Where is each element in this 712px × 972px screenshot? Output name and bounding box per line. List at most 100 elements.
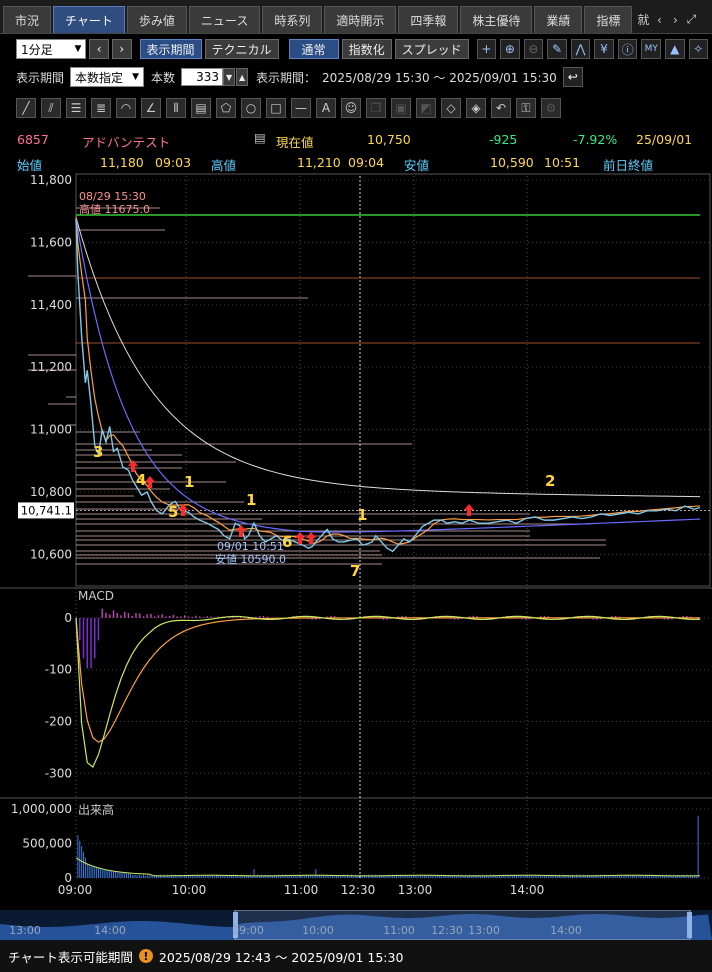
tab-8[interactable]: 業績	[534, 6, 583, 33]
overview-tick-label: 09:00	[232, 924, 264, 937]
tab-5[interactable]: 適時開示	[324, 6, 397, 33]
fibonacci-icon[interactable]: ≣	[91, 98, 111, 118]
mode-normal-button[interactable]: 通常	[288, 39, 339, 59]
circle-icon[interactable]: ○	[241, 98, 261, 118]
period-mode-select[interactable]: 本数指定 ▼	[70, 67, 145, 87]
wave-label: 6	[282, 533, 292, 551]
tab-1[interactable]: チャート	[53, 6, 125, 33]
trendline-icon[interactable]: ╱	[16, 98, 36, 118]
lock-icon[interactable]: ⚿	[516, 98, 536, 118]
fib-arc-icon[interactable]: ◠	[116, 98, 136, 118]
macd-tick-label: -300	[45, 766, 72, 780]
wave-icon[interactable]: ⋀	[570, 39, 591, 59]
rectangle-icon[interactable]: □	[266, 98, 286, 118]
chevron-right-icon[interactable]: ›	[667, 13, 683, 27]
overview-tick-label: 11:00	[383, 924, 415, 937]
macd-label: MACD	[78, 589, 114, 603]
eraser-icon[interactable]: ◇	[441, 98, 461, 118]
macd-tick-label: -200	[45, 714, 72, 728]
tab-0[interactable]: 市況	[3, 6, 52, 33]
copy-icon[interactable]: ❐	[366, 98, 386, 118]
overview-handle-right	[687, 912, 692, 938]
technical-button[interactable]: テクニカル	[204, 39, 279, 59]
select-icon[interactable]: ◩	[416, 98, 436, 118]
overview-navigator[interactable]: 13:00 14:00 09:00 10:00 11:00 12:30 13:00 14:00	[0, 910, 712, 940]
volume-tick-label: 1,000,000	[11, 802, 72, 816]
count-input[interactable]: 333	[181, 68, 224, 86]
time-tick-label: 14:00	[510, 883, 545, 897]
yen-icon[interactable]: ¥	[594, 39, 614, 59]
tab-4[interactable]: 時系列	[262, 6, 323, 33]
time-tick-label: 12:30	[341, 883, 376, 897]
crosshair-icon[interactable]: +	[476, 39, 497, 59]
drawing-tools: ╱ ⫽ ☰ ≣ ◠ ∠ ⦀ ▤ ⬠ ○ □ — A ☺ ❐ ▣ ◩ ◇ ◈ ↶ …	[0, 97, 712, 119]
range-label: 表示期間：	[256, 70, 317, 85]
mountain-chart-icon[interactable]: ▲	[664, 39, 685, 59]
price-chart[interactable]: 11,800 11,600 11,400 11,200 11,000 10,800 10,6…	[0, 172, 712, 910]
count-label: 本数	[151, 70, 176, 85]
return-icon[interactable]: ↩	[562, 67, 583, 87]
horizontal-lines-icon[interactable]: ☰	[66, 98, 86, 118]
high-time: 09:04	[348, 155, 385, 170]
stock-name: アドバンテスト	[82, 135, 171, 150]
tab-9[interactable]: 指標	[584, 6, 633, 33]
warning-icon: !	[138, 949, 153, 963]
mode-spread-button[interactable]: スプレッド	[394, 39, 469, 59]
tab-7[interactable]: 株主優待	[460, 6, 533, 33]
tab-2[interactable]: 歩み値	[126, 6, 187, 33]
volume-tick-label: 500,000	[22, 836, 72, 850]
fan-lines-icon[interactable]: ∠	[141, 98, 161, 118]
wave-label: 2	[545, 472, 555, 490]
undo-icon[interactable]: ↶	[491, 98, 511, 118]
period-row: 表示期間 本数指定 ▼ 本数 333 ▼ ▲ 表示期間： 2025/08/29 …	[0, 66, 712, 88]
current-label: 現在値	[276, 135, 314, 150]
chevron-left-icon[interactable]: ‹	[651, 13, 667, 27]
wrench-icon[interactable]: ✧	[688, 39, 709, 59]
prev-button[interactable]: ‹	[89, 39, 109, 59]
paste-icon[interactable]: ▣	[391, 98, 411, 118]
stock-code: 6857	[17, 132, 49, 147]
count-down-icon[interactable]: ▼	[223, 68, 236, 86]
interval-select[interactable]: 1分足 ▼	[16, 39, 87, 59]
count-up-icon[interactable]: ▲	[236, 68, 249, 86]
text-icon[interactable]: A	[316, 98, 336, 118]
expand-icon[interactable]: ⤢	[683, 12, 699, 27]
high-date-annotation: 08/29 15:30	[79, 190, 146, 203]
overview-tick-label: 14:00	[94, 924, 126, 937]
parallel-line-icon[interactable]: ⫽	[41, 98, 61, 118]
wave-label: 1	[246, 491, 256, 509]
eraser-all-icon[interactable]: ◈	[466, 98, 486, 118]
chevron-left-icon: ‹	[96, 42, 102, 56]
pentagon-icon[interactable]: ⬠	[216, 98, 236, 118]
wave-label: 5	[168, 503, 178, 521]
macd-tick-label: 0	[64, 611, 72, 625]
range-value: 2025/08/29 15:30 〜 2025/09/01 15:30	[322, 70, 557, 85]
tab-overflow[interactable]: 就	[635, 11, 651, 28]
overview-tick-label: 12:30	[431, 924, 463, 937]
next-button[interactable]: ›	[111, 39, 132, 59]
high-value-annotation: 高値 11675.0	[79, 202, 150, 216]
macd-tick-label: -100	[45, 663, 72, 677]
emoji-icon[interactable]: ☺	[341, 98, 361, 118]
price-tick-label: 11,200	[30, 360, 72, 374]
tab-6[interactable]: 四季報	[398, 6, 459, 33]
period-label: 表示期間	[16, 70, 65, 85]
high-price: 11,210	[297, 155, 341, 170]
low-time: 10:51	[544, 155, 581, 170]
vertical-lines-icon[interactable]: ⦀	[166, 98, 186, 118]
price-tick-label: 11,800	[30, 173, 72, 187]
mode-index-button[interactable]: 指数化	[341, 39, 392, 59]
document-icon[interactable]: ▤	[254, 130, 266, 145]
zoom-out-icon[interactable]: ⊖	[523, 39, 544, 59]
info-icon[interactable]: ⓘ	[617, 39, 638, 59]
hline-icon[interactable]: —	[291, 98, 311, 118]
time-tick-label: 11:00	[284, 883, 319, 897]
zoom-in-icon[interactable]: ⊕	[500, 39, 520, 59]
my-icon[interactable]: MY	[641, 39, 661, 59]
pencil-icon[interactable]: ✎	[547, 39, 567, 59]
settings-icon[interactable]: ⚙	[541, 98, 561, 118]
volume-label: 出来高	[78, 802, 114, 817]
tab-3[interactable]: ニュース	[188, 6, 261, 33]
period-button[interactable]: 表示期間	[139, 39, 202, 59]
channel-icon[interactable]: ▤	[191, 98, 211, 118]
